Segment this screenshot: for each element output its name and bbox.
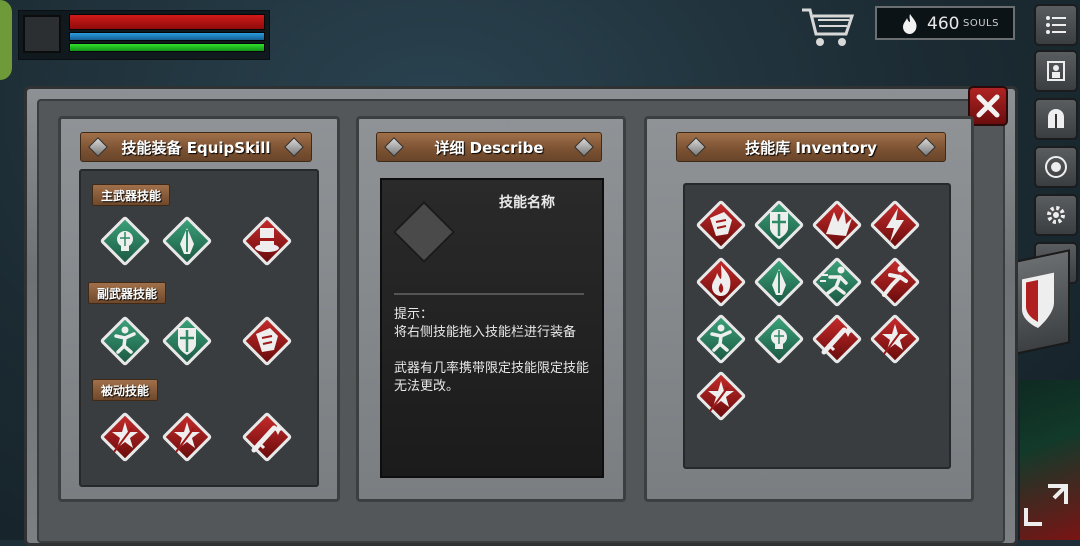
expand-corner-icon[interactable] bbox=[1022, 482, 1070, 528]
top-hat-icon bbox=[255, 228, 279, 252]
description-divider bbox=[394, 293, 584, 295]
skill-slot-sword-sparkle[interactable] bbox=[240, 410, 294, 464]
relic-icon bbox=[1045, 156, 1067, 178]
describe-title-text: 详细 Describe bbox=[434, 138, 544, 157]
equip-title-text: 技能装备 EquipSkill bbox=[121, 138, 271, 157]
skill-slot-sword-sparkle[interactable] bbox=[810, 312, 864, 366]
close-icon bbox=[976, 94, 1000, 118]
shield-cross-icon bbox=[178, 328, 196, 355]
menu-list-button[interactable] bbox=[1034, 4, 1078, 46]
settings-button[interactable] bbox=[1034, 194, 1078, 236]
skill-slot-wing-slash[interactable] bbox=[810, 198, 864, 252]
passive-skill-label: 被动技能 bbox=[92, 379, 159, 401]
close-button[interactable] bbox=[968, 86, 1008, 126]
shop-cart-icon[interactable] bbox=[798, 4, 858, 48]
skill-slot-lightning[interactable] bbox=[868, 198, 922, 252]
skill-slot-leaping-figure[interactable] bbox=[98, 314, 152, 368]
skill-slot-praying-hands[interactable] bbox=[752, 255, 806, 309]
stamina-bar bbox=[69, 43, 265, 52]
background-foliage bbox=[0, 0, 12, 80]
skill-slot-fire[interactable] bbox=[694, 255, 748, 309]
skill-slot-brain[interactable] bbox=[752, 312, 806, 366]
skill-slot-sword-burst[interactable] bbox=[98, 410, 152, 464]
dash-figure-icon bbox=[820, 266, 848, 295]
health-bar bbox=[69, 14, 265, 30]
relic-button[interactable] bbox=[1034, 146, 1078, 188]
describe-panel-title: 详细 Describe bbox=[376, 132, 602, 162]
brain-icon bbox=[117, 231, 133, 251]
souls-value: 460 bbox=[927, 14, 960, 34]
skill-slot-sword-burst[interactable] bbox=[868, 312, 922, 366]
secondary-weapon-label: 副武器技能 bbox=[88, 282, 167, 304]
sword-burst-icon bbox=[708, 381, 734, 412]
sprint-figure-icon bbox=[882, 265, 908, 297]
shield-icon bbox=[1022, 272, 1054, 328]
menu-list-icon bbox=[1046, 16, 1066, 34]
skill-slot-brain[interactable] bbox=[98, 214, 152, 268]
souls-counter: 460 SOULS bbox=[875, 6, 1015, 40]
praying-hands-icon bbox=[772, 269, 786, 295]
skill-slot-leaping-figure[interactable] bbox=[694, 312, 748, 366]
sword-sparkle-icon bbox=[251, 424, 284, 453]
leaping-figure-icon bbox=[114, 326, 136, 354]
skill-name: 技能名称 bbox=[499, 195, 555, 211]
gauntlet-icon bbox=[710, 212, 732, 236]
inventory-panel-title: 技能库 Inventory bbox=[676, 132, 946, 162]
gauntlet-icon bbox=[256, 328, 278, 352]
skill-slot-sword-burst[interactable] bbox=[160, 410, 214, 464]
skill-slot-praying-hands[interactable] bbox=[160, 214, 214, 268]
lightning-icon bbox=[886, 208, 904, 242]
skill-slot-shield-cross[interactable] bbox=[160, 314, 214, 368]
helmet-icon bbox=[1048, 109, 1064, 128]
skill-slot-sword-burst[interactable] bbox=[694, 369, 748, 423]
sword-sparkle-icon bbox=[821, 326, 854, 355]
soul-flame-icon bbox=[903, 14, 917, 34]
fire-icon bbox=[712, 265, 731, 296]
equipment-button[interactable] bbox=[1034, 98, 1078, 140]
player-hud bbox=[18, 10, 270, 60]
skill-hint-text: 提示： 将右侧技能拖入技能栏进行装备 武器有几率携带限定技能限定技能无法更改。 bbox=[394, 307, 590, 394]
brain-icon bbox=[771, 329, 787, 349]
primary-weapon-label: 主武器技能 bbox=[92, 184, 171, 206]
shield-cross-icon bbox=[770, 212, 788, 239]
skill-slot-shield-cross[interactable] bbox=[752, 198, 806, 252]
skill-description-box: 技能名称 提示： 将右侧技能拖入技能栏进行装备 武器有几率携带限定技能限定技能无… bbox=[380, 178, 604, 478]
leaping-figure-icon bbox=[710, 324, 732, 352]
sword-burst-icon bbox=[112, 422, 138, 453]
skill-slot-sprint-figure[interactable] bbox=[868, 255, 922, 309]
wing-slash-icon bbox=[826, 210, 852, 236]
mana-bar bbox=[69, 32, 265, 41]
skill-slot-gauntlet[interactable] bbox=[240, 314, 294, 368]
player-portrait[interactable] bbox=[23, 15, 61, 53]
inventory-title-text: 技能库 Inventory bbox=[745, 138, 877, 157]
character-icon bbox=[1047, 61, 1065, 81]
skill-slot-dash-figure[interactable] bbox=[810, 255, 864, 309]
inventory-panel bbox=[644, 116, 974, 502]
souls-label: SOULS bbox=[963, 18, 999, 29]
sword-burst-icon bbox=[174, 422, 200, 453]
settings-gear-icon bbox=[1047, 206, 1065, 224]
skill-slot-top-hat[interactable] bbox=[240, 214, 294, 268]
equip-panel-title: 技能装备 EquipSkill bbox=[80, 132, 312, 162]
sword-burst-icon bbox=[882, 324, 908, 355]
praying-hands-icon bbox=[180, 228, 194, 254]
character-button[interactable] bbox=[1034, 50, 1078, 92]
skill-slot-gauntlet[interactable] bbox=[694, 198, 748, 252]
